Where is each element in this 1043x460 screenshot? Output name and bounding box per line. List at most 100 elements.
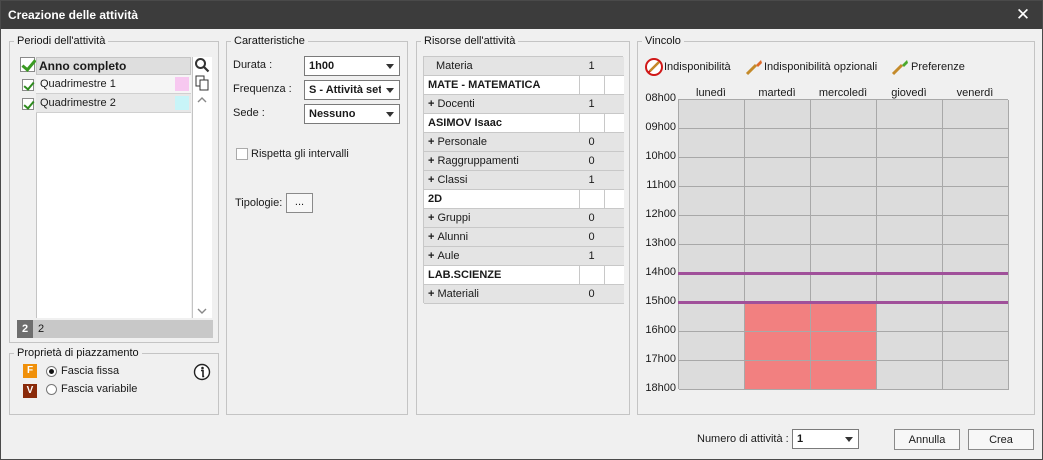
constraint-cell[interactable] — [943, 332, 1009, 361]
expand-plus-icon[interactable]: + — [428, 250, 434, 262]
resource-category-row[interactable]: + Docenti 1 — [424, 95, 624, 114]
fixed-slot-radio[interactable] — [46, 366, 57, 377]
constraint-cell[interactable] — [877, 158, 943, 187]
constraint-cell[interactable] — [745, 245, 811, 274]
constraint-cell[interactable] — [877, 245, 943, 274]
unavailability-brush-icon[interactable] — [644, 57, 664, 77]
constraint-cell[interactable] — [877, 129, 943, 158]
expand-plus-icon[interactable]: + — [428, 98, 434, 110]
info-icon[interactable] — [193, 363, 211, 381]
constraint-cell[interactable] — [745, 361, 811, 390]
resource-category-row[interactable]: Materia 1 — [424, 57, 624, 76]
constraint-cell[interactable] — [679, 332, 745, 361]
copy-icon[interactable] — [195, 75, 210, 91]
respect-intervals-checkbox[interactable] — [236, 148, 248, 160]
frequency-select[interactable]: S - Attività settimanale — [304, 80, 400, 100]
constraint-cell[interactable] — [811, 100, 877, 129]
constraint-cell[interactable] — [811, 216, 877, 245]
preferences-brush-icon[interactable] — [890, 57, 910, 77]
constraint-grid[interactable] — [678, 99, 1009, 390]
constraint-cell[interactable] — [811, 245, 877, 274]
resource-category-row[interactable]: + Classi 1 — [424, 171, 624, 190]
constraint-cell[interactable] — [679, 100, 745, 129]
constraint-cell[interactable] — [943, 245, 1009, 274]
constraint-cell[interactable] — [943, 274, 1009, 303]
resource-item-row[interactable]: ASIMOV Isaac — [424, 114, 624, 133]
cancel-button[interactable]: Annulla — [894, 429, 960, 450]
constraint-cell[interactable] — [877, 332, 943, 361]
resource-item-row[interactable]: 2D — [424, 190, 624, 209]
period-row[interactable]: Quadrimestre 1 — [36, 75, 191, 94]
periods-all-checkbox[interactable] — [20, 57, 35, 72]
typologies-button[interactable]: ... — [286, 193, 313, 213]
expand-plus-icon[interactable]: + — [428, 136, 434, 148]
scroll-up-icon[interactable] — [197, 96, 207, 104]
constraint-cell[interactable] — [745, 187, 811, 216]
resource-category-row[interactable]: + Materiali 0 — [424, 285, 624, 304]
constraint-cell[interactable] — [943, 361, 1009, 390]
period-header-full-year[interactable]: Anno completo — [36, 57, 191, 75]
period-checkbox[interactable] — [22, 98, 34, 110]
constraint-cell[interactable] — [679, 129, 745, 158]
constraint-cell[interactable] — [943, 100, 1009, 129]
resource-item-row[interactable]: LAB.SCIENZE — [424, 266, 624, 285]
scroll-down-icon[interactable] — [197, 307, 207, 315]
constraint-cell[interactable] — [877, 303, 943, 332]
constraint-cell[interactable] — [877, 100, 943, 129]
expand-plus-icon[interactable]: + — [428, 212, 434, 224]
constraint-cell[interactable] — [811, 332, 877, 361]
constraint-cell[interactable] — [745, 100, 811, 129]
preferences-tool-label[interactable]: Preferenze — [911, 61, 965, 73]
constraint-cell[interactable] — [679, 216, 745, 245]
constraint-cell[interactable] — [679, 245, 745, 274]
constraint-cell[interactable] — [877, 187, 943, 216]
optional-unavailability-tool-label[interactable]: Indisponibilità opzionali — [764, 61, 877, 73]
constraint-cell[interactable] — [943, 129, 1009, 158]
resource-category-row[interactable]: + Personale 0 — [424, 133, 624, 152]
constraint-cell[interactable] — [811, 187, 877, 216]
constraint-cell[interactable] — [745, 129, 811, 158]
constraint-cell[interactable] — [811, 129, 877, 158]
site-select[interactable]: Nessuno — [304, 104, 400, 124]
expand-plus-icon[interactable]: + — [428, 174, 434, 186]
duration-select[interactable]: 1h00 — [304, 56, 400, 76]
expand-plus-icon[interactable]: + — [428, 231, 434, 243]
constraint-cell[interactable] — [943, 158, 1009, 187]
constraint-cell[interactable] — [679, 361, 745, 390]
create-button[interactable]: Crea — [968, 429, 1034, 450]
constraint-cell[interactable] — [679, 158, 745, 187]
constraint-cell[interactable] — [943, 303, 1009, 332]
optional-unavailability-brush-icon[interactable] — [744, 57, 764, 77]
expand-plus-icon[interactable]: + — [428, 155, 434, 167]
variable-slot-radio[interactable] — [46, 384, 57, 395]
period-checkbox[interactable] — [22, 79, 34, 91]
constraint-cell[interactable] — [745, 158, 811, 187]
constraint-cell[interactable] — [679, 303, 745, 332]
activity-count-select[interactable]: 1 — [792, 429, 859, 449]
resource-category-row[interactable]: + Raggruppamenti 0 — [424, 152, 624, 171]
resource-category-row[interactable]: + Gruppi 0 — [424, 209, 624, 228]
constraint-cell[interactable] — [943, 187, 1009, 216]
resource-category-row[interactable]: + Aule 1 — [424, 247, 624, 266]
constraint-cell[interactable] — [679, 187, 745, 216]
resource-category-row[interactable]: + Alunni 0 — [424, 228, 624, 247]
constraint-cell[interactable] — [745, 216, 811, 245]
constraint-cell[interactable] — [943, 216, 1009, 245]
close-icon[interactable]: ✕ — [1014, 6, 1032, 24]
constraint-cell[interactable] — [877, 361, 943, 390]
constraint-cell[interactable] — [877, 274, 943, 303]
constraint-cell[interactable] — [877, 216, 943, 245]
expand-plus-icon[interactable]: + — [428, 288, 434, 300]
constraint-cell[interactable] — [811, 274, 877, 303]
period-row[interactable]: Quadrimestre 2 — [36, 94, 191, 113]
constraint-cell[interactable] — [745, 274, 811, 303]
constraint-cell[interactable] — [811, 158, 877, 187]
constraint-cell[interactable] — [811, 303, 877, 332]
constraint-cell[interactable] — [745, 332, 811, 361]
search-icon[interactable] — [194, 57, 210, 73]
constraint-cell[interactable] — [679, 274, 745, 303]
constraint-cell[interactable] — [745, 303, 811, 332]
unavailability-tool-label[interactable]: Indisponibilità — [664, 61, 731, 73]
resource-item-row[interactable]: MATE - MATEMATICA — [424, 76, 624, 95]
constraint-cell[interactable] — [811, 361, 877, 390]
